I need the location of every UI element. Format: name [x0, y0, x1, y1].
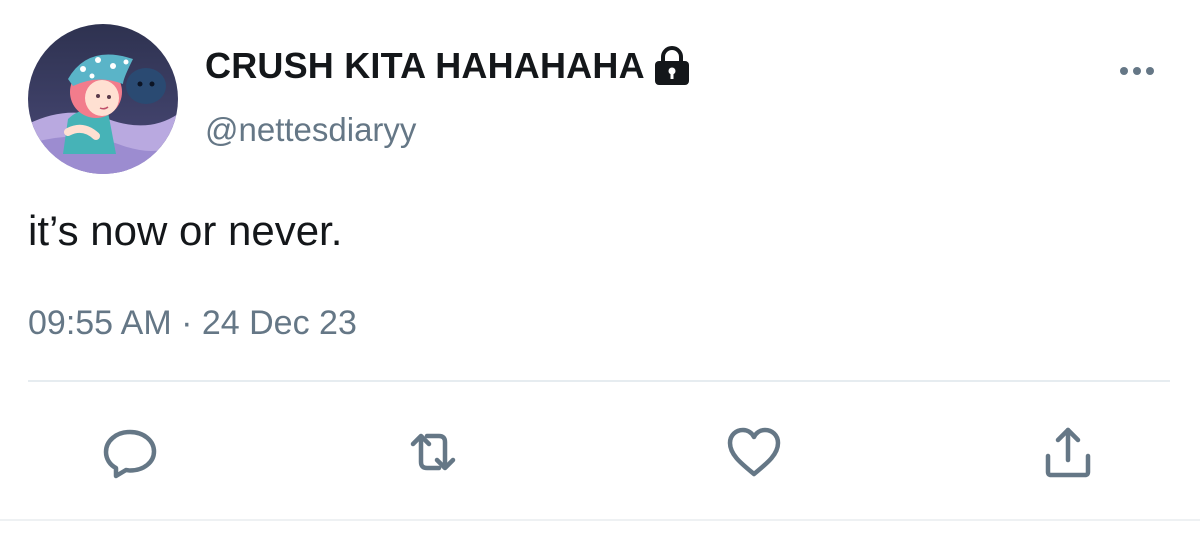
tweet-card[interactable]: CRUSH KITA HAHAHAHA @nettesdiaryy it’s n…: [0, 0, 1200, 539]
heart-icon: [727, 427, 781, 477]
divider: [28, 380, 1170, 382]
more-horizontal-icon[interactable]: [1112, 56, 1162, 86]
retweet-icon: [410, 433, 456, 471]
lock-icon: [651, 46, 693, 86]
retweet-button[interactable]: [403, 424, 463, 480]
share-button[interactable]: [1038, 424, 1098, 480]
reply-button[interactable]: [100, 424, 160, 480]
reply-icon: [103, 429, 157, 479]
author-handle[interactable]: @nettesdiaryy: [205, 108, 416, 152]
share-icon: [1045, 427, 1091, 478]
avatar[interactable]: [28, 24, 178, 174]
display-name-text[interactable]: CRUSH KITA HAHAHAHA: [205, 44, 645, 88]
tweet-timestamp[interactable]: 09:55 AM · 24 Dec 23: [28, 300, 357, 346]
author-display-name[interactable]: CRUSH KITA HAHAHAHA: [205, 44, 693, 88]
tweet-text: it’s now or never.: [28, 207, 343, 254]
like-button[interactable]: [724, 424, 784, 480]
divider-bottom: [0, 519, 1200, 521]
